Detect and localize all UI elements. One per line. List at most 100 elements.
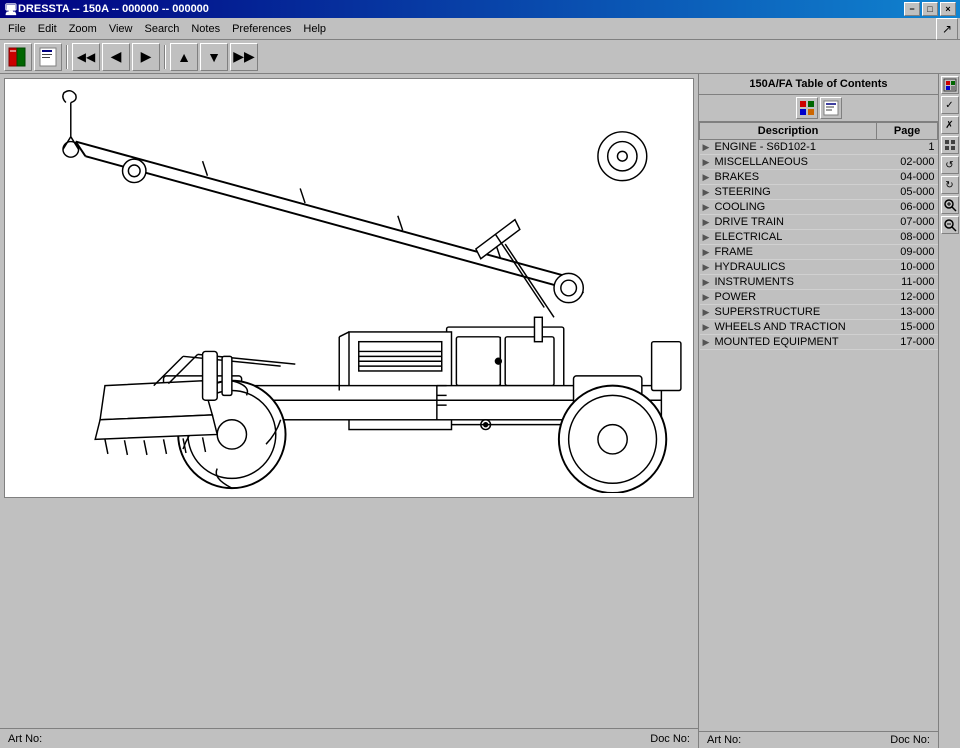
toc-btn-1[interactable] <box>796 97 818 119</box>
menu-view[interactable]: View <box>103 21 139 37</box>
sep2 <box>164 45 166 69</box>
toc-arrow-icon: ▶ <box>703 232 712 242</box>
content-area: Art No: Doc No: <box>0 74 698 748</box>
toc-btn-2[interactable] <box>820 97 842 119</box>
toc-arrow-icon: ▶ <box>703 217 712 227</box>
side-btn-1[interactable] <box>941 76 959 94</box>
toc-row-page: 07-000 <box>877 215 938 230</box>
toc-arrow-icon: ▶ <box>703 292 712 302</box>
menu-help[interactable]: Help <box>297 21 332 37</box>
art-label: Art No: <box>8 733 42 745</box>
art-doc-bar: Art No: Doc No: <box>699 731 938 748</box>
nav-next-button[interactable]: ▶ <box>132 43 160 71</box>
toc-arrow-icon: ▶ <box>703 307 712 317</box>
document-view <box>4 78 694 498</box>
toc-row[interactable]: ▶ STEERING 05-000 <box>700 185 938 200</box>
toc-row-page: 13-000 <box>877 305 938 320</box>
toc-row-page: 12-000 <box>877 290 938 305</box>
toc-row[interactable]: ▶ BRAKES 04-000 <box>700 170 938 185</box>
toc-row-desc: ▶ SUPERSTRUCTURE <box>700 305 877 320</box>
toc-row[interactable]: ▶ MISCELLANEOUS 02-000 <box>700 155 938 170</box>
right-panel: 150A/FA Table of Contents <box>698 74 938 748</box>
toc-row-desc: ▶ STEERING <box>700 185 877 200</box>
title-bar-icon: 🖥 <box>4 3 18 16</box>
nav-first-button[interactable]: ◀◀ <box>72 43 100 71</box>
toc-row[interactable]: ▶ ELECTRICAL 08-000 <box>700 230 938 245</box>
toc-row[interactable]: ▶ POWER 12-000 <box>700 290 938 305</box>
title-bar-controls: − □ × <box>904 2 956 16</box>
toc-row-desc: ▶ DRIVE TRAIN <box>700 215 877 230</box>
toc-row-page: 05-000 <box>877 185 938 200</box>
toc-row-page: 08-000 <box>877 230 938 245</box>
close-button[interactable]: × <box>940 2 956 16</box>
toolbar-arrow-icon[interactable]: ↗ <box>936 18 958 40</box>
toc-arrow-icon: ▶ <box>703 202 712 212</box>
toc-row[interactable]: ▶ COOLING 06-000 <box>700 200 938 215</box>
menu-zoom[interactable]: Zoom <box>63 21 103 37</box>
toc-row-desc: ▶ ELECTRICAL <box>700 230 877 245</box>
nav-down-button[interactable]: ▼ <box>200 43 228 71</box>
toc-rows: ▶ ENGINE - S6D102-1 1 ▶ MISCELLANEOUS 02… <box>700 140 938 350</box>
toc-row[interactable]: ▶ MOUNTED EQUIPMENT 17-000 <box>700 335 938 350</box>
toc-row-desc: ▶ INSTRUMENTS <box>700 275 877 290</box>
toc-content: Description Page ▶ ENGINE - S6D102-1 1 ▶… <box>699 122 938 731</box>
toc-arrow-icon: ▶ <box>703 262 712 272</box>
nav-prev-button[interactable]: ◀ <box>102 43 130 71</box>
side-toolbar: ✓ ✗ ↺ ↻ <box>938 74 960 748</box>
toc-arrow-icon: ▶ <box>703 142 712 152</box>
toc-arrow-icon: ▶ <box>703 277 712 287</box>
menu-bar: File Edit Zoom View Search Notes Prefere… <box>0 18 960 40</box>
side-btn-zoom-out[interactable] <box>941 216 959 234</box>
side-btn-rotate-ccw[interactable]: ↺ <box>941 156 959 174</box>
toc-row-page: 02-000 <box>877 155 938 170</box>
toc-row-desc: ▶ WHEELS AND TRACTION <box>700 320 877 335</box>
status-bar: Art No: Doc No: <box>0 728 698 748</box>
toc-arrow-icon: ▶ <box>703 247 712 257</box>
toc-row-page: 1 <box>877 140 938 155</box>
title-bar: 🖥 DRESSTA -- 150A -- 000000 -- 000000 − … <box>0 0 960 18</box>
toc-row[interactable]: ▶ WHEELS AND TRACTION 15-000 <box>700 320 938 335</box>
toc-title: 150A/FA Table of Contents <box>699 74 938 95</box>
toc-arrow-icon: ▶ <box>703 322 712 332</box>
nav-last-button[interactable]: ▶▶ <box>230 43 258 71</box>
toc-row-desc: ▶ MISCELLANEOUS <box>700 155 877 170</box>
menu-notes[interactable]: Notes <box>185 21 226 37</box>
menu-preferences[interactable]: Preferences <box>226 21 297 37</box>
side-btn-close[interactable]: ✗ <box>941 116 959 134</box>
toc-row-page: 06-000 <box>877 200 938 215</box>
toc-row-page: 10-000 <box>877 260 938 275</box>
side-btn-rotate-cw[interactable]: ↻ <box>941 176 959 194</box>
toc-row[interactable]: ▶ FRAME 09-000 <box>700 245 938 260</box>
toc-row[interactable]: ▶ SUPERSTRUCTURE 13-000 <box>700 305 938 320</box>
toc-col-description: Description <box>700 123 877 140</box>
toc-row-page: 15-000 <box>877 320 938 335</box>
side-btn-checkmark[interactable]: ✓ <box>941 96 959 114</box>
color-view-button[interactable] <box>4 43 32 71</box>
maximize-button[interactable]: □ <box>922 2 938 16</box>
toc-row-desc: ▶ MOUNTED EQUIPMENT <box>700 335 877 350</box>
toolbar: ◀◀ ◀ ▶ ▲ ▼ ▶▶ <box>0 40 960 74</box>
toc-row-page: 11-000 <box>877 275 938 290</box>
main-layout: Art No: Doc No: 150A/FA Table of Content… <box>0 74 960 748</box>
menu-file[interactable]: File <box>2 21 32 37</box>
toc-row-page: 04-000 <box>877 170 938 185</box>
nav-up-button[interactable]: ▲ <box>170 43 198 71</box>
minimize-button[interactable]: − <box>904 2 920 16</box>
toc-row[interactable]: ▶ HYDRAULICS 10-000 <box>700 260 938 275</box>
toc-arrow-icon: ▶ <box>703 187 712 197</box>
toc-row-desc: ▶ BRAKES <box>700 170 877 185</box>
toc-row[interactable]: ▶ DRIVE TRAIN 07-000 <box>700 215 938 230</box>
side-btn-zoom-in[interactable] <box>941 196 959 214</box>
toc-row[interactable]: ▶ ENGINE - S6D102-1 1 <box>700 140 938 155</box>
toc-col-page: Page <box>877 123 938 140</box>
toc-table: Description Page ▶ ENGINE - S6D102-1 1 ▶… <box>699 122 938 350</box>
toc-row-desc: ▶ COOLING <box>700 200 877 215</box>
toc-row[interactable]: ▶ INSTRUMENTS 11-000 <box>700 275 938 290</box>
bw-view-button[interactable] <box>34 43 62 71</box>
menu-edit[interactable]: Edit <box>32 21 63 37</box>
toc-arrow-icon: ▶ <box>703 337 712 347</box>
side-btn-grid[interactable] <box>941 136 959 154</box>
menu-search[interactable]: Search <box>138 21 185 37</box>
toc-row-desc: ▶ FRAME <box>700 245 877 260</box>
toc-toolbar <box>699 95 938 122</box>
